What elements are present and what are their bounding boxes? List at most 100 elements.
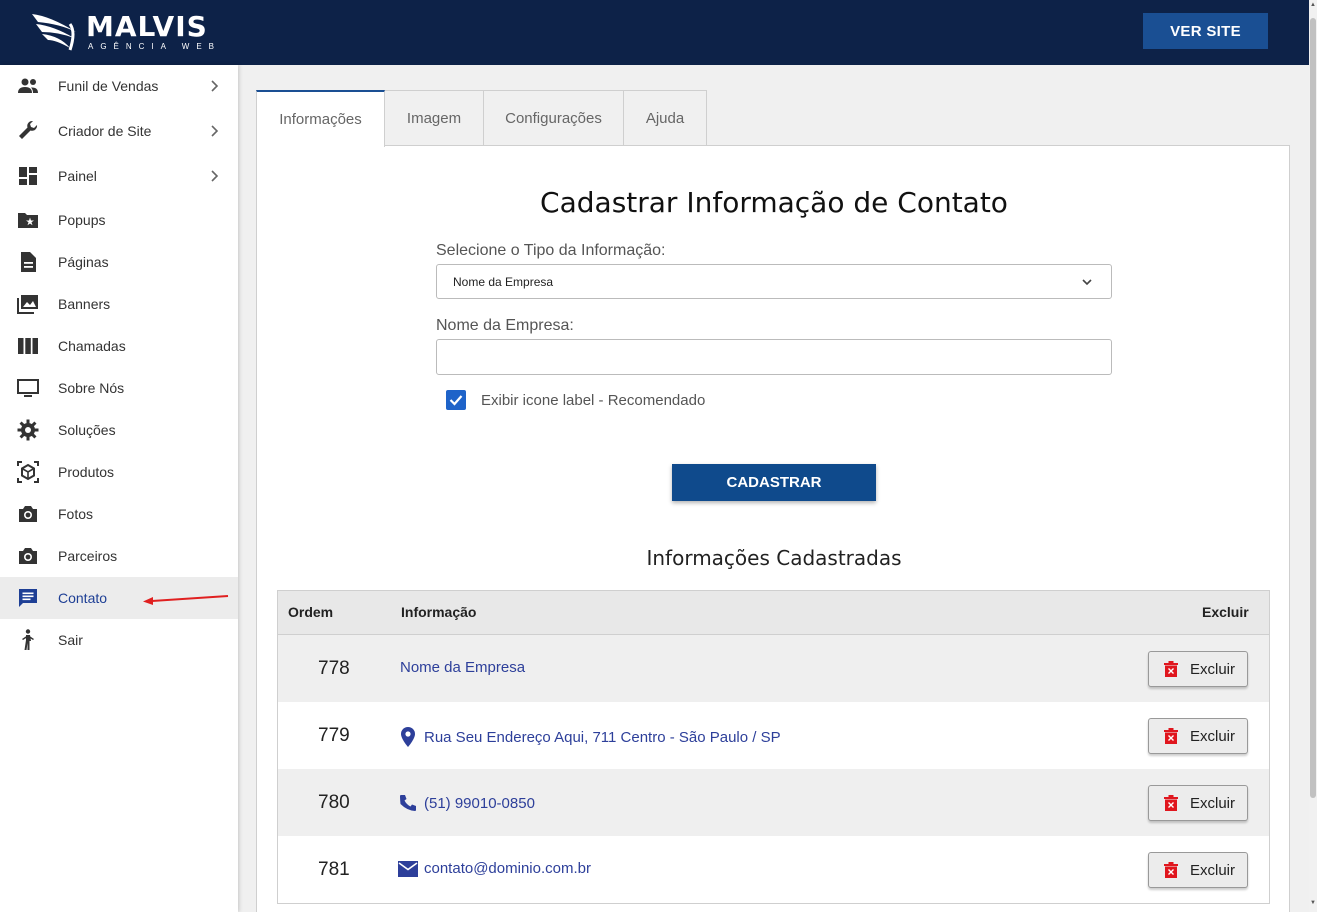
message-icon [19, 589, 37, 607]
sidebar-item-chamadas[interactable]: Chamadas [0, 325, 238, 367]
people-icon [18, 78, 38, 93]
sidebar-item-label: Produtos [58, 464, 115, 480]
sidebar-item-label: Popups [58, 212, 106, 228]
table-row: 780 (51) 99010-0850 Excluir [278, 769, 1269, 836]
chevron-right-icon [211, 125, 219, 137]
gear-icon [17, 419, 39, 441]
row-order: 778 [318, 658, 350, 679]
sidebar-item-sair[interactable]: Sair [0, 619, 238, 661]
columns-icon [18, 338, 38, 354]
ver-site-button[interactable]: VER SITE [1143, 13, 1268, 49]
scroll-thumb[interactable] [1310, 18, 1316, 798]
sidebar-item-label: Contato [58, 590, 108, 606]
tab-imagem[interactable]: Imagem [384, 90, 484, 146]
table-header: Ordem Informação Excluir [278, 591, 1269, 635]
delete-label: Excluir [1190, 660, 1236, 678]
sidebar-item-label: Soluções [58, 422, 116, 438]
phone-icon [400, 795, 416, 811]
sidebar-item-label: Banners [58, 296, 111, 312]
sidebar-item-label: Criador de Site [58, 123, 152, 139]
row-order: 780 [318, 792, 350, 813]
row-info-text: (51) 99010-0850 [424, 794, 535, 812]
row-info-text: Rua Seu Endereço Aqui, 711 Centro - São … [424, 728, 781, 746]
info-table: Ordem Informação Excluir 778 Nome da Emp… [277, 590, 1270, 904]
email-icon [398, 860, 418, 877]
row-info-text: Nome da Empresa [400, 659, 526, 676]
folder-star-icon [18, 213, 38, 228]
row-order: 779 [318, 725, 350, 746]
sidebar-item-popups[interactable]: Popups [0, 199, 238, 241]
wings-logo-icon [32, 14, 76, 51]
sidebar-item-funil-de-vendas[interactable]: Funil de Vendas [0, 65, 238, 107]
sidebar-item-sobre-nos[interactable]: Sobre Nós [0, 367, 238, 409]
chevron-right-icon [211, 170, 219, 182]
sidebar-item-produtos[interactable]: Produtos [0, 451, 238, 493]
sidebar-item-banners[interactable]: Banners [0, 283, 238, 325]
cadastrar-button[interactable]: CADASTRAR [672, 464, 876, 501]
tab-informacoes[interactable]: Informações [256, 90, 385, 147]
sidebar: Funil de Vendas Criador de Site Painel P… [0, 65, 238, 912]
tab-ajuda[interactable]: Ajuda [623, 90, 707, 146]
sidebar-item-label: Sair [58, 632, 83, 648]
sidebar-item-paginas[interactable]: Páginas [0, 241, 238, 283]
table-row: 778 Nome da Empresa Excluir [278, 635, 1269, 702]
sidebar-item-solucoes[interactable]: Soluções [0, 409, 238, 451]
row-info: (51) 99010-0850 [398, 793, 535, 813]
delete-label: Excluir [1190, 727, 1236, 745]
header-order: Ordem [288, 604, 334, 620]
checkbox-label: Exibir icone label - Recomendado [481, 392, 706, 409]
company-name-input[interactable] [436, 339, 1112, 375]
row-info: contato@dominio.com.br [398, 860, 591, 877]
top-header: MALVIS AGÊNCIA WEB VER SITE [0, 0, 1309, 65]
name-field-label: Nome da Empresa: [436, 317, 574, 334]
checkmark-icon [449, 395, 463, 406]
tab-configuracoes[interactable]: Configurações [483, 90, 624, 146]
chevron-right-icon [211, 80, 219, 92]
malvis-logo[interactable]: MALVIS AGÊNCIA WEB [30, 10, 221, 54]
delete-button[interactable]: Excluir [1148, 718, 1248, 754]
sidebar-item-label: Chamadas [58, 338, 126, 354]
delete-button[interactable]: Excluir [1148, 852, 1248, 888]
sidebar-item-criador-de-site[interactable]: Criador de Site [0, 110, 238, 152]
sidebar-item-label: Páginas [58, 254, 109, 270]
sidebar-item-parceiros[interactable]: Parceiros [0, 535, 238, 577]
dashboard-icon [19, 167, 37, 185]
sidebar-item-label: Painel [58, 168, 97, 184]
select-value: Nome da Empresa [453, 274, 554, 289]
show-icon-checkbox[interactable] [446, 390, 466, 410]
row-info-text: contato@dominio.com.br [424, 860, 591, 877]
sidebar-item-label: Funil de Vendas [58, 78, 159, 94]
row-info: Rua Seu Endereço Aqui, 711 Centro - São … [398, 726, 781, 748]
camera-icon [19, 506, 37, 522]
header-info: Informação [401, 604, 477, 620]
box-icon [17, 461, 39, 483]
table-row: 781 contato@dominio.com.br Excluir [278, 836, 1269, 903]
form-title: Cadastrar Informação de Contato [540, 186, 1008, 219]
person-walk-icon [22, 629, 34, 650]
scroll-up-arrow-icon[interactable]: ▲ [1310, 2, 1316, 8]
chevron-down-icon [1082, 279, 1092, 286]
row-info: Nome da Empresa [400, 659, 525, 676]
content-panel: Cadastrar Informação de Contato Selecion… [256, 145, 1290, 912]
sidebar-item-fotos[interactable]: Fotos [0, 493, 238, 535]
page-scrollbar[interactable]: ▲ ▼ [1309, 0, 1317, 912]
sidebar-item-painel[interactable]: Painel [0, 155, 238, 197]
delete-button[interactable]: Excluir [1148, 651, 1248, 687]
camera-icon [19, 548, 37, 564]
trash-icon [1164, 862, 1178, 878]
trash-icon [1164, 661, 1178, 677]
document-icon [21, 252, 36, 272]
logo-title: MALVIS [86, 10, 208, 43]
sidebar-item-label: Parceiros [58, 548, 118, 564]
sidebar-item-label: Fotos [58, 506, 94, 522]
logo-subtitle: AGÊNCIA WEB [88, 42, 222, 51]
delete-button[interactable]: Excluir [1148, 785, 1248, 821]
scroll-down-arrow-icon[interactable]: ▼ [1310, 900, 1316, 906]
delete-label: Excluir [1190, 794, 1236, 812]
info-type-select[interactable]: Nome da Empresa [436, 264, 1112, 299]
annotation-arrow-icon [143, 595, 229, 605]
trash-icon [1164, 728, 1178, 744]
wrench-icon [19, 120, 38, 139]
header-delete: Excluir [1202, 604, 1249, 620]
sidebar-item-label: Sobre Nós [58, 380, 125, 396]
